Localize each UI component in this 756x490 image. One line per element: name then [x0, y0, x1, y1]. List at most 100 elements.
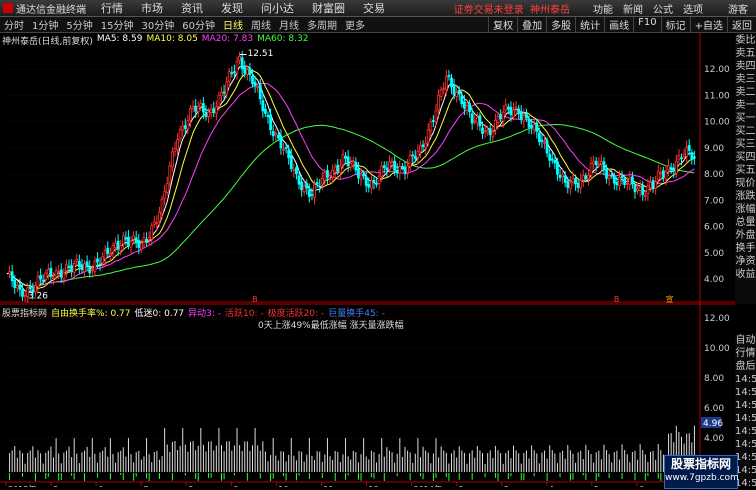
candle-body	[589, 163, 593, 176]
candle-body	[178, 129, 182, 140]
candle-body	[75, 259, 79, 262]
candle-body	[413, 155, 417, 159]
period-timeshare[interactable]: 分时	[0, 17, 28, 32]
menu-trade[interactable]: 交易	[354, 0, 394, 16]
candle-body	[282, 149, 285, 151]
candle-body	[548, 154, 552, 161]
candle-body	[527, 119, 531, 128]
price-tick: 6.00	[704, 223, 724, 233]
candle-body	[351, 160, 355, 163]
period-more[interactable]: 更多	[341, 17, 369, 32]
watermark: 股票指标网 www.7gpzb.com	[664, 455, 739, 489]
candle-body	[320, 178, 324, 185]
mark-button[interactable]: 标记	[660, 17, 690, 32]
period-monthly[interactable]: 月线	[275, 17, 303, 32]
quote-field: 买四	[735, 152, 756, 163]
menu-news[interactable]: 资讯	[172, 0, 212, 16]
period-30min[interactable]: 30分钟	[137, 17, 178, 32]
kline-chart[interactable]: 12.00 11.00 10.00 9.00 8.00 7.00 6.00 5.00 4.00 1…	[0, 32, 735, 487]
peak-label: 12.51	[248, 49, 274, 59]
candle-body	[333, 166, 337, 173]
candle-body	[214, 106, 218, 114]
candle-body	[486, 130, 490, 134]
candle-body	[121, 235, 125, 245]
login-notice[interactable]: 证劵交易未登录 神州泰岳	[454, 1, 588, 16]
menu-news-right[interactable]: 新闻	[618, 1, 648, 16]
candle-body	[103, 249, 107, 260]
candle-body	[238, 56, 241, 61]
candle-body	[496, 116, 500, 123]
candle-body	[261, 100, 265, 112]
period-toolbar: 分时 1分钟 5分钟 15分钟 30分钟 60分钟 日线 周线 月线 多周期 更…	[0, 17, 756, 33]
period-multi[interactable]: 多周期	[303, 17, 341, 32]
menu-discover[interactable]: 发现	[212, 0, 252, 16]
candle-body	[512, 109, 515, 118]
tick-time: 14:50	[735, 426, 756, 437]
indicator-name[interactable]: 股票指标网	[2, 306, 47, 319]
candle-body	[271, 131, 275, 137]
menu-quotes[interactable]: 行情	[92, 0, 132, 16]
candle-body	[258, 84, 262, 100]
menu-function[interactable]: 功能	[588, 1, 618, 16]
quote-field: 总量	[735, 217, 756, 228]
add-watchlist-button[interactable]: +自选	[689, 17, 727, 32]
menu-formula[interactable]: 公式	[648, 1, 678, 16]
candle-body	[638, 186, 642, 191]
candle-body	[139, 243, 143, 250]
tick-time: 14:50	[735, 387, 756, 398]
candle-body	[623, 178, 627, 185]
tick-time: 14:50	[735, 400, 756, 411]
candle-body	[142, 237, 146, 243]
period-1min[interactable]: 1分钟	[28, 17, 62, 32]
candle-body	[15, 285, 19, 289]
period-15min[interactable]: 15分钟	[97, 17, 138, 32]
statistics-button[interactable]: 统计	[575, 17, 604, 32]
candle-body	[618, 177, 621, 187]
candle-body	[525, 113, 528, 119]
candle-body	[253, 81, 257, 87]
signal-marker: B	[614, 295, 620, 304]
candle-body	[49, 267, 53, 277]
candle-body	[129, 240, 133, 248]
quote-sidebar: 委比 卖五 卖四 卖三 卖二 卖一 买一 买二 买三 买四 买五 现价 涨跌 涨幅 总量 外盘 换手 净资 收益	[735, 34, 756, 304]
period-60min[interactable]: 60分钟	[178, 17, 219, 32]
signal-marker: 宣	[666, 294, 674, 304]
candle-body	[269, 114, 272, 131]
candle-body	[504, 104, 508, 111]
quote-field: 卖四	[735, 61, 756, 72]
candle-body	[636, 188, 639, 191]
candles	[8, 50, 696, 303]
candle-body	[326, 170, 329, 178]
menu-ask[interactable]: 问小达	[252, 0, 303, 16]
candle-body	[289, 155, 293, 170]
candle-body	[315, 182, 319, 185]
period-5min[interactable]: 5分钟	[62, 17, 96, 32]
candle-body	[662, 170, 665, 178]
back-button[interactable]: 返回	[727, 17, 756, 32]
rights-adjust-button[interactable]: 复权	[488, 17, 517, 32]
candle-body	[132, 235, 136, 240]
menu-market[interactable]: 市场	[132, 0, 172, 16]
candle-body	[592, 160, 596, 165]
draw-line-button[interactable]: 画线	[604, 17, 633, 32]
period-weekly[interactable]: 周线	[247, 17, 275, 32]
candle-body	[403, 166, 407, 174]
candle-body	[584, 175, 588, 180]
candle-body	[101, 256, 105, 263]
multi-stock-button[interactable]: 多股	[546, 17, 575, 32]
menu-options[interactable]: 选项	[678, 1, 708, 16]
guest-label[interactable]: 游客	[708, 1, 756, 16]
candle-body	[390, 160, 394, 163]
candle-body	[189, 107, 192, 121]
candle-body	[426, 129, 430, 143]
f10-button[interactable]: F10	[633, 17, 660, 32]
candle-body	[230, 72, 234, 75]
menu-wealth[interactable]: 财富圈	[303, 0, 354, 16]
candle-body	[558, 174, 562, 178]
candle-body	[248, 67, 252, 76]
overlay-button[interactable]: 叠加	[517, 17, 546, 32]
candle-body	[217, 94, 221, 107]
price-tick: 10.00	[704, 118, 730, 128]
candle-body	[98, 263, 102, 266]
period-daily[interactable]: 日线	[219, 17, 247, 32]
